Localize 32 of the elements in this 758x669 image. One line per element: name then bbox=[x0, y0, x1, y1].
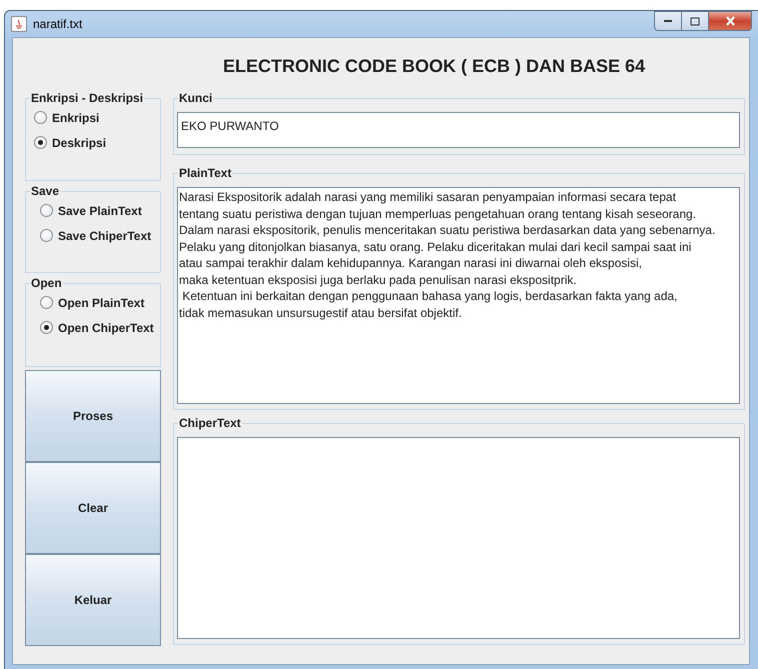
group-title: Save bbox=[30, 184, 60, 198]
plaintext-area[interactable]: Narasi Ekspositorik adalah narasi yang memiliki sasaran penyampaian informasi secara tepat tentang suatu peristiwa dengan tujuan memperluas pengetahuan orang tentang kisah seseorang. Dalam narasi ekspositorik, penulis menceritakan suatu peristiwa berdasarkan data yang sebenarnya. Pelaku yang ditonjolkan biasanya, satu orang. Pelaku diceritakan mulai dari kecil sampai saat ini atau sampai terakhir dalam kehidupannya. Karangan narasi ini diwarnai oleh eksposisi, maka ketentuan eksposisi juga berlaku pada penulisan narasi ekspositprik. Ketentuan ini berkaitan dengan penggunaan bahasa yang logis, berdasarkan fakta yang ada, tidak memasukan unsursugestif atau bersifat objektif. bbox=[177, 187, 740, 404]
radio-button[interactable] bbox=[40, 321, 53, 334]
key-field[interactable]: EKO PURWANTO bbox=[177, 112, 740, 148]
group-title: Enkripsi - Deskripsi bbox=[30, 91, 144, 105]
group-title: Open bbox=[30, 276, 63, 290]
close-button[interactable] bbox=[708, 11, 752, 31]
close-icon bbox=[724, 16, 736, 26]
radio-label: Open ChiperText bbox=[58, 320, 154, 334]
radio-button[interactable] bbox=[34, 111, 47, 124]
maximize-icon bbox=[690, 16, 700, 26]
radio-label: Enkripsi bbox=[52, 110, 100, 124]
group-title: Kunci bbox=[178, 91, 214, 105]
java-icon bbox=[11, 16, 27, 32]
action-button[interactable]: Keluar bbox=[25, 554, 161, 646]
radio-button[interactable] bbox=[40, 204, 53, 217]
radio-button[interactable] bbox=[40, 229, 53, 242]
radio-label: Deskripsi bbox=[52, 136, 106, 150]
radio-button[interactable] bbox=[40, 296, 53, 309]
radio-label: Save PlainText bbox=[58, 204, 142, 218]
radio-label: Open PlainText bbox=[58, 296, 144, 310]
maximize-button[interactable] bbox=[681, 11, 708, 31]
window-title: naratif.txt bbox=[33, 17, 82, 31]
app-heading: ELECTRONIC CODE BOOK ( ECB ) DAN BASE 64 bbox=[222, 56, 646, 78]
action-button[interactable]: Proses bbox=[25, 370, 161, 462]
minimize-button[interactable] bbox=[654, 11, 681, 31]
radio-label: Save ChiperText bbox=[58, 228, 152, 242]
group-title: ChiperText bbox=[178, 416, 242, 430]
minimize-icon bbox=[663, 19, 673, 23]
action-button[interactable]: Clear bbox=[25, 462, 161, 554]
group-title: PlainText bbox=[178, 166, 232, 180]
radio-button[interactable] bbox=[34, 136, 47, 149]
